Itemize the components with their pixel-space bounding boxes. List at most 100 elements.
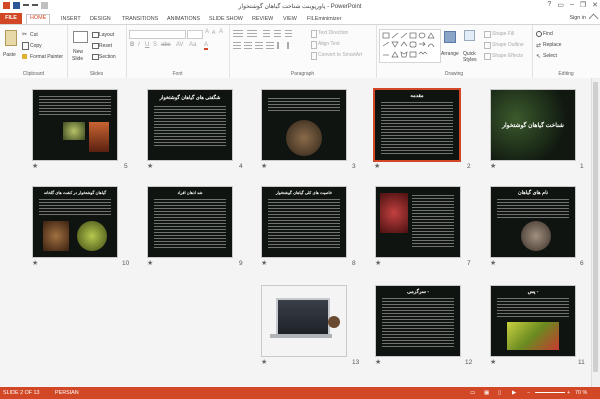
- format-painter-button[interactable]: Format Painter: [30, 54, 63, 60]
- shapes-gallery[interactable]: [379, 29, 441, 63]
- section-button[interactable]: Section: [99, 54, 116, 60]
- slide-thumbnail[interactable]: [261, 285, 347, 357]
- tab-slide-show[interactable]: SLIDE SHOW: [209, 16, 243, 22]
- slide-text-lines: [497, 298, 569, 318]
- slide-thumbnail[interactable]: نام های گیاهان: [490, 186, 576, 258]
- bullets-icon[interactable]: [233, 30, 243, 37]
- slide-number: 9: [239, 260, 243, 267]
- strikethrough-icon[interactable]: abc: [161, 42, 171, 48]
- slide-sorter-view-icon[interactable]: ▦: [484, 390, 489, 396]
- tab-view[interactable]: VIEW: [283, 16, 297, 22]
- tab-animations[interactable]: ANIMATIONS: [167, 16, 200, 22]
- scrollbar-thumb[interactable]: [593, 82, 598, 372]
- slide-thumbnail[interactable]: شناخت گیاهان گوشتخوار: [490, 89, 576, 161]
- quick-styles-button[interactable]: Quick Styles: [463, 51, 481, 63]
- shape-effects-button[interactable]: Shape Effects: [492, 53, 523, 59]
- arrange-button[interactable]: Arrange: [441, 51, 459, 57]
- justify-icon[interactable]: [266, 42, 274, 49]
- slide-thumbnail[interactable]: شگفتی های گیاهان گوشتخوار: [147, 89, 233, 161]
- shape-effects-icon: [484, 53, 491, 60]
- tab-fileminimizer[interactable]: FILEminimizer: [307, 16, 341, 22]
- shape-fill-icon: [484, 31, 491, 38]
- font-name-field[interactable]: [129, 30, 186, 39]
- character-spacing-icon[interactable]: AV: [176, 42, 184, 48]
- layout-button[interactable]: Layout: [99, 32, 114, 38]
- text-direction-button[interactable]: Text Direction: [318, 30, 348, 36]
- tab-design[interactable]: DESIGN: [90, 16, 111, 22]
- close-icon[interactable]: ✕: [592, 1, 598, 9]
- select-button[interactable]: Select: [543, 53, 557, 59]
- slide-thumbnail-selected[interactable]: مقدمه: [373, 88, 461, 162]
- language-indicator[interactable]: PERSIAN: [55, 390, 79, 396]
- normal-view-icon[interactable]: ▭: [470, 390, 475, 396]
- font-size-field[interactable]: [187, 30, 203, 39]
- slide-thumbnail[interactable]: سرگرمی -: [375, 285, 461, 357]
- slide-thumbnail[interactable]: [261, 89, 347, 161]
- slide-thumbnail[interactable]: گیاهان گوشتخوار در کشت های گلخانه: [32, 186, 118, 258]
- slide-thumbnail[interactable]: پس -: [490, 285, 576, 357]
- star-icon: ★: [32, 163, 39, 170]
- increase-indent-icon[interactable]: [274, 30, 281, 37]
- slide-title: پس -: [527, 289, 539, 295]
- font-label: Font: [172, 71, 183, 77]
- slide-thumbnail[interactable]: خاصیت های کلی گیاهان گوشتخوار: [261, 186, 347, 258]
- line-spacing-icon[interactable]: [285, 30, 292, 37]
- restore-icon[interactable]: ❐: [580, 1, 586, 9]
- tab-review[interactable]: REVIEW: [252, 16, 273, 22]
- star-icon: ★: [490, 260, 497, 267]
- align-left-icon[interactable]: [233, 42, 241, 49]
- section-icon: [92, 54, 99, 60]
- reset-button[interactable]: Reset: [99, 43, 112, 49]
- underline-icon[interactable]: U: [145, 42, 149, 48]
- shape-fill-button[interactable]: Shape Fill: [492, 31, 514, 37]
- find-button[interactable]: Find: [543, 31, 553, 37]
- editing-group: Find ⇄ Replace ↖ Select Editing: [532, 25, 600, 78]
- sign-in-link[interactable]: Sign in: [570, 15, 586, 21]
- clear-formatting-icon[interactable]: A: [219, 29, 223, 35]
- shadow-icon[interactable]: S: [153, 42, 157, 48]
- ribbon-options-icon[interactable]: ▭: [557, 1, 564, 9]
- tab-insert[interactable]: INSERT: [61, 16, 81, 22]
- columns-icon[interactable]: [277, 42, 289, 49]
- decrease-font-icon[interactable]: A: [212, 30, 215, 36]
- new-slide-button[interactable]: New: [73, 49, 83, 55]
- slide-show-view-icon[interactable]: ▶: [512, 390, 516, 396]
- zoom-level[interactable]: 70 %: [575, 390, 587, 396]
- new-slide-icon[interactable]: [73, 31, 88, 43]
- zoom-slider[interactable]: [535, 392, 565, 393]
- tab-home[interactable]: HOME: [26, 14, 51, 24]
- star-icon: ★: [147, 163, 154, 170]
- minimize-icon[interactable]: –: [570, 1, 574, 9]
- slide-thumbnail[interactable]: [375, 186, 461, 258]
- shape-outline-button[interactable]: Shape Outline: [492, 42, 524, 48]
- align-text-button[interactable]: Align Text: [318, 41, 340, 47]
- star-icon: ★: [147, 260, 154, 267]
- align-right-icon[interactable]: [255, 42, 263, 49]
- slide-text-lines: [381, 102, 453, 154]
- tab-file[interactable]: FILE: [0, 13, 22, 24]
- reading-view-icon[interactable]: ▯: [498, 390, 501, 396]
- align-center-icon[interactable]: [244, 42, 252, 49]
- help-button[interactable]: ?: [547, 1, 551, 9]
- bold-icon[interactable]: B: [130, 42, 134, 48]
- change-case-icon[interactable]: Aa: [189, 42, 196, 48]
- paste-icon[interactable]: [5, 30, 17, 46]
- decrease-indent-icon[interactable]: [263, 30, 270, 37]
- convert-to-smartart-button[interactable]: Convert to SmartArt: [318, 52, 362, 58]
- tab-transitions[interactable]: TRANSITIONS: [122, 16, 158, 22]
- zoom-in-icon[interactable]: +: [567, 390, 570, 396]
- zoom-out-icon[interactable]: −: [527, 390, 530, 396]
- numbering-icon[interactable]: [247, 30, 257, 37]
- slide-thumbnail[interactable]: شد اذهان افراد: [147, 186, 233, 258]
- slide-thumbnail[interactable]: [32, 89, 118, 161]
- increase-font-icon[interactable]: A: [205, 29, 209, 35]
- replace-button[interactable]: Replace: [543, 42, 561, 48]
- font-color-icon[interactable]: A: [204, 42, 209, 50]
- paste-button[interactable]: Paste: [3, 52, 16, 58]
- cut-button[interactable]: Cut: [30, 32, 38, 38]
- vertical-scrollbar[interactable]: [591, 78, 600, 387]
- italic-icon[interactable]: I: [138, 42, 140, 48]
- copy-button[interactable]: Copy: [30, 43, 42, 49]
- slide-sorter-pane: شناخت گیاهان گوشتخوار 1 ★ مقدمه 2 ★ 3 ★ …: [0, 78, 592, 387]
- slides-label: Slides: [89, 71, 104, 77]
